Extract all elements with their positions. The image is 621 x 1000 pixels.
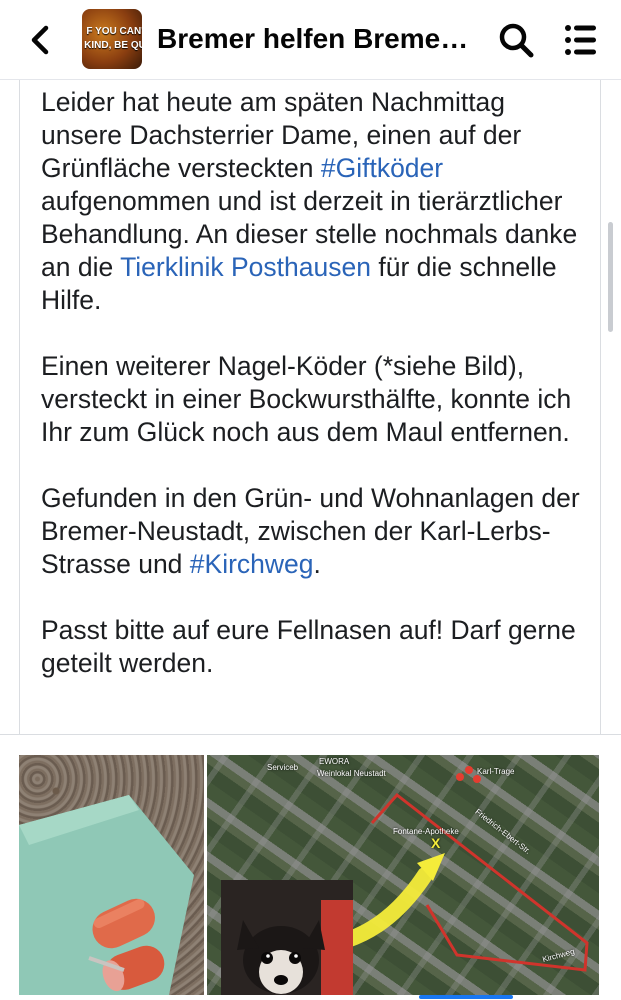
- map-label: EWORA: [319, 757, 350, 766]
- post-paragraph-1: Leider hat heute am späten Nachmittag un…: [41, 86, 581, 317]
- post-body: Leider hat heute am späten Nachmittag un…: [41, 86, 581, 713]
- map-label: Weinlokal Neustadt: [317, 769, 386, 778]
- scrollbar[interactable]: [608, 222, 613, 332]
- map-label: Fontane-Apotheke: [393, 827, 459, 836]
- section-divider: [0, 734, 621, 735]
- dog-illustration: [221, 880, 353, 995]
- search-button[interactable]: [496, 20, 536, 60]
- back-button[interactable]: [22, 20, 58, 60]
- top-navigation-bar: F YOU CAN' KIND, BE QU Bremer helfen Bre…: [0, 0, 621, 80]
- group-avatar[interactable]: F YOU CAN' KIND, BE QU: [82, 9, 142, 69]
- chevron-left-icon: [31, 25, 49, 55]
- search-icon: [499, 23, 534, 58]
- avatar-text-line2: KIND, BE QU: [84, 40, 142, 51]
- map-label: Karl-Trage: [477, 767, 515, 776]
- hashtag-link-giftkoeder[interactable]: #Giftköder: [321, 153, 443, 183]
- avatar-text-line1: F YOU CAN': [86, 26, 142, 37]
- location-marker: X: [431, 835, 441, 851]
- dog-photo-inset: [221, 880, 353, 995]
- post-paragraph-4: Passt bitte auf eure Fellnasen auf! Darf…: [41, 615, 576, 678]
- post-paragraph-3: Gefunden in den Grün- und Wohnanlagen de…: [41, 482, 581, 581]
- post-text-segment: .: [313, 549, 321, 579]
- group-title[interactable]: Bremer helfen Breme…: [157, 20, 469, 58]
- post-card: Leider hat heute am späten Nachmittag un…: [19, 80, 601, 734]
- hashtag-link-kirchweg[interactable]: #Kirchweg: [190, 549, 314, 579]
- menu-button[interactable]: [564, 22, 598, 58]
- post-text-segment: Leider hat heute am späten Nachmittag un…: [41, 87, 522, 183]
- post-paragraph-2: Einen weiterer Nagel-Köder (*siehe Bild)…: [41, 351, 572, 447]
- photo-nail-bait[interactable]: [19, 755, 204, 995]
- page-link-tierklinik[interactable]: Tierklinik Posthausen: [120, 252, 371, 282]
- bait-illustration: [19, 795, 194, 995]
- active-tab-indicator: [419, 995, 513, 999]
- map-label: Serviceb: [267, 763, 299, 772]
- hamburger-menu-icon: [565, 25, 596, 55]
